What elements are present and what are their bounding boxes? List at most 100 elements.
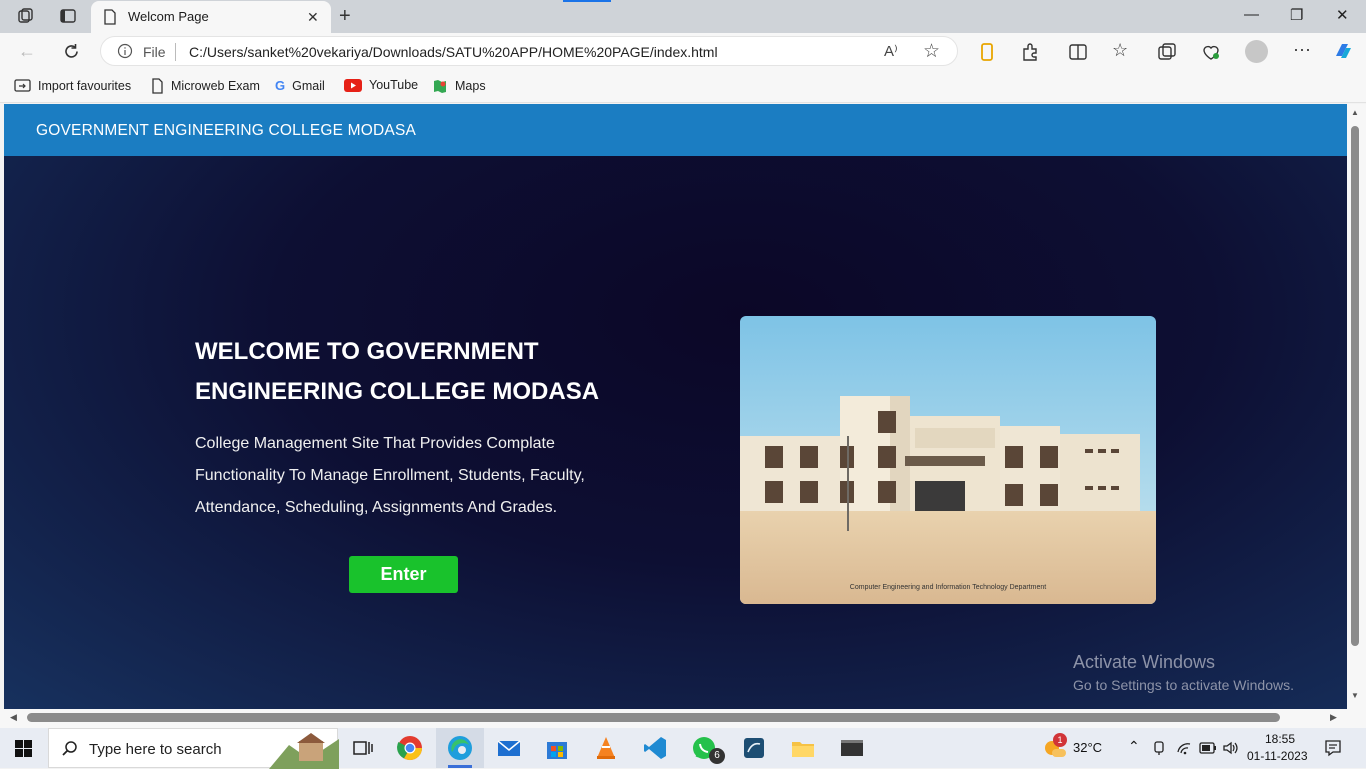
fav-maps[interactable]: Maps — [432, 78, 486, 94]
vertical-scroll-thumb[interactable] — [1351, 126, 1359, 646]
youtube-icon — [344, 78, 362, 92]
terminal-icon[interactable] — [838, 734, 866, 762]
page-viewport: GOVERNMENT ENGINEERING COLLEGE MODASA WE… — [4, 104, 1347, 709]
favourite-star-icon[interactable]: ☆ — [923, 40, 940, 63]
chrome-icon[interactable] — [396, 734, 424, 762]
activate-windows-watermark: Activate Windows Go to Settings to activ… — [1073, 652, 1294, 693]
maps-icon — [434, 80, 446, 93]
address-row: ← File C:/Users/sanket%20vekariya/Downlo… — [0, 33, 1366, 70]
more-options-icon[interactable]: ··· — [1293, 39, 1311, 60]
horizontal-scrollbar[interactable]: ◀ ▶ — [0, 709, 1366, 728]
tab-strip: Welcom Page ✕ + — ❐ ✕ — [0, 0, 1366, 33]
edge-icon — [448, 736, 472, 760]
close-window-icon[interactable]: ✕ — [1336, 6, 1349, 24]
fav-import-favourites[interactable]: Import favourites — [14, 78, 131, 93]
scroll-left-icon[interactable]: ◀ — [10, 712, 17, 723]
restore-icon[interactable]: ❐ — [1290, 6, 1303, 24]
hero-title: WELCOME TO GOVERNMENT ENGINEERING COLLEG… — [195, 332, 655, 412]
fav-youtube[interactable]: YouTube — [344, 78, 418, 92]
taskbar: Type here to search 6 1 32°C ⌃ 18:55 01-… — [0, 728, 1366, 769]
read-aloud-icon[interactable]: A⁾ — [884, 42, 898, 60]
split-screen-icon[interactable] — [1067, 41, 1089, 63]
enter-button[interactable]: Enter — [349, 556, 458, 593]
tab-actions-icon[interactable] — [59, 7, 77, 25]
performance-icon[interactable] — [1200, 41, 1222, 63]
page-icon — [104, 9, 116, 25]
import-icon — [14, 79, 31, 92]
workspaces-icon[interactable] — [17, 7, 35, 25]
photo-caption: Computer Engineering and Information Tec… — [850, 584, 1046, 591]
minimize-icon[interactable]: — — [1244, 6, 1259, 23]
favourites-bar: Import favourites Microweb Exam G Gmail … — [0, 70, 1366, 103]
scheme-label: File — [143, 44, 166, 60]
mysql-workbench-icon[interactable] — [740, 734, 768, 762]
fav-label: YouTube — [369, 78, 419, 92]
mail-icon[interactable] — [495, 734, 523, 762]
hero-desc-line: Attendance, Scheduling, Assignments And … — [195, 499, 558, 516]
back-icon[interactable]: ← — [18, 41, 36, 62]
scroll-right-icon[interactable]: ▶ — [1330, 712, 1337, 723]
fav-label: Gmail — [292, 78, 325, 93]
hero-description: College Management Site That Provides Co… — [195, 428, 625, 524]
wallet-icon[interactable] — [976, 41, 998, 63]
search-icon — [62, 741, 77, 756]
college-building-image: Computer Engineering and Information Tec… — [740, 316, 1156, 604]
site-brand[interactable]: GOVERNMENT ENGINEERING COLLEGE MODASA — [36, 122, 416, 140]
url-text[interactable]: C:/Users/sanket%20vekariya/Downloads/SAT… — [189, 44, 718, 60]
new-tab-icon[interactable]: + — [339, 5, 351, 28]
clock-time[interactable]: 18:55 — [1260, 732, 1300, 746]
vlc-icon[interactable] — [592, 734, 620, 762]
volume-icon[interactable] — [1222, 740, 1240, 756]
search-highlight-image — [269, 733, 339, 769]
system-tray: 1 32°C ⌃ 18:55 01-11-2023 — [1038, 728, 1366, 768]
fav-label: Import favourites — [38, 78, 132, 93]
hero-title-line: WELCOME TO GOVERNMENT — [195, 338, 539, 365]
battery-icon[interactable] — [1199, 741, 1217, 755]
meet-now-icon[interactable] — [1152, 740, 1168, 756]
wifi-icon[interactable] — [1176, 740, 1192, 756]
scroll-up-icon[interactable]: ▲ — [1351, 108, 1359, 117]
fav-microweb-exam[interactable]: Microweb Exam — [151, 78, 260, 94]
watermark-subtitle: Go to Settings to activate Windows. — [1073, 677, 1294, 693]
vscode-icon[interactable] — [641, 734, 669, 762]
horizontal-scroll-thumb[interactable] — [27, 713, 1280, 722]
page-icon — [152, 78, 163, 94]
tab-welcom-page[interactable]: Welcom Page ✕ — [91, 1, 331, 33]
copilot-icon[interactable] — [1332, 40, 1354, 62]
favourites-icon[interactable]: ☆ — [1112, 40, 1128, 61]
close-tab-icon[interactable]: ✕ — [307, 9, 319, 26]
edge-active-slot[interactable] — [436, 728, 484, 768]
clock-date[interactable]: 01-11-2023 — [1247, 749, 1308, 763]
show-hidden-icons-icon[interactable]: ⌃ — [1128, 738, 1140, 755]
collections-icon[interactable] — [1156, 41, 1178, 63]
hero-title-line: ENGINEERING COLLEGE MODASA — [195, 378, 600, 405]
extensions-icon[interactable] — [1019, 41, 1041, 63]
refresh-icon[interactable] — [62, 42, 81, 61]
tab-indicator — [563, 0, 611, 2]
taskbar-search-box[interactable]: Type here to search — [48, 728, 339, 769]
windows-start-icon[interactable] — [15, 740, 32, 757]
scroll-down-icon[interactable]: ▼ — [1351, 691, 1359, 700]
tab-title: Welcom Page — [128, 9, 209, 24]
divider — [175, 43, 176, 61]
hero-desc-line: College Management Site That Provides Co… — [195, 435, 555, 452]
task-view-icon[interactable] — [349, 734, 377, 762]
watermark-title: Activate Windows — [1073, 652, 1216, 672]
weather-temperature[interactable]: 32°C — [1073, 740, 1102, 755]
file-explorer-icon[interactable] — [789, 734, 817, 762]
fav-gmail[interactable]: G Gmail — [275, 78, 325, 93]
profile-avatar[interactable] — [1245, 40, 1268, 63]
store-icon[interactable] — [543, 734, 571, 762]
site-navbar: GOVERNMENT ENGINEERING COLLEGE MODASA — [4, 104, 1347, 156]
google-icon: G — [275, 78, 286, 93]
vertical-scrollbar[interactable]: ▲ ▼ — [1347, 104, 1366, 709]
whatsapp-badge: 6 — [709, 748, 725, 764]
fav-label: Microweb Exam — [171, 79, 260, 93]
address-bar[interactable]: File C:/Users/sanket%20vekariya/Download… — [100, 36, 958, 66]
fav-label: Maps — [455, 79, 486, 93]
college-photo: Computer Engineering and Information Tec… — [740, 316, 1156, 604]
info-icon[interactable] — [117, 43, 133, 59]
hero-desc-line: Functionality To Manage Enrollment, Stud… — [195, 467, 585, 484]
weather-badge: 1 — [1053, 733, 1067, 747]
notifications-icon[interactable] — [1324, 739, 1342, 757]
